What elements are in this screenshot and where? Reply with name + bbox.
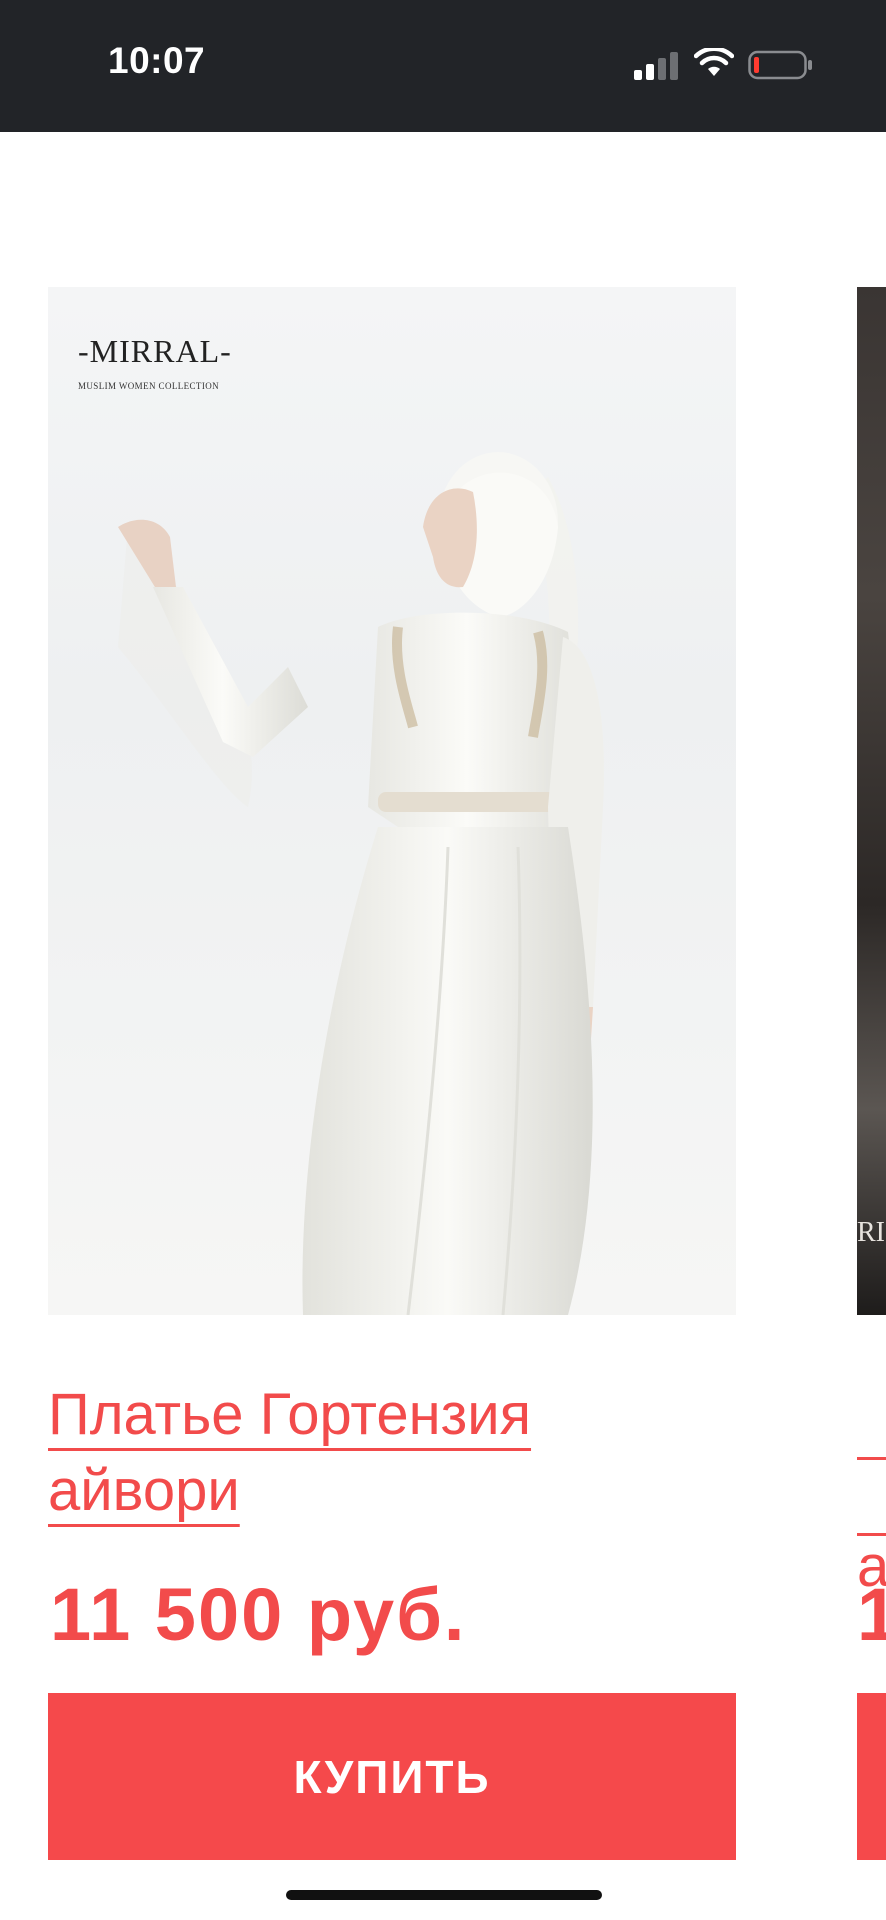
- product-title-line2[interactable]: айвори: [48, 1458, 240, 1523]
- product-card[interactable]: -MIRRAL- MUSLIM WOMEN COLLECTION Платье …: [48, 287, 736, 1860]
- product-image[interactable]: -MIRRAL- MUSLIM WOMEN COLLECTION: [48, 287, 736, 1315]
- status-bar: 10:07: [0, 0, 886, 132]
- brand-logo-subtitle: MUSLIM WOMEN COLLECTION: [78, 381, 220, 391]
- title-underline: [857, 1457, 886, 1460]
- product-price: 11 500 руб.: [50, 1573, 467, 1656]
- product-title-line1[interactable]: Платье Гортензия: [48, 1382, 531, 1447]
- title-underline: [857, 1533, 886, 1536]
- product-image-next[interactable]: RI: [857, 287, 886, 1315]
- battery-icon: [748, 50, 812, 80]
- product-price-next: 1: [857, 1573, 886, 1656]
- status-time: 10:07: [108, 40, 206, 81]
- buy-button-next[interactable]: [857, 1693, 886, 1860]
- dress-photo: [118, 452, 604, 1315]
- brand-logo: -MIRRAL-: [78, 333, 232, 369]
- brand-logo-next: RI: [857, 1217, 885, 1248]
- buy-button[interactable]: КУПИТЬ: [48, 1693, 736, 1860]
- product-card-next[interactable]: RI Па 1: [857, 287, 886, 1860]
- wifi-icon: [694, 48, 734, 76]
- product-title-link[interactable]: Платье Гортензия айвори: [48, 1377, 688, 1529]
- signal-icon: [634, 52, 678, 80]
- home-indicator[interactable]: [286, 1890, 602, 1900]
